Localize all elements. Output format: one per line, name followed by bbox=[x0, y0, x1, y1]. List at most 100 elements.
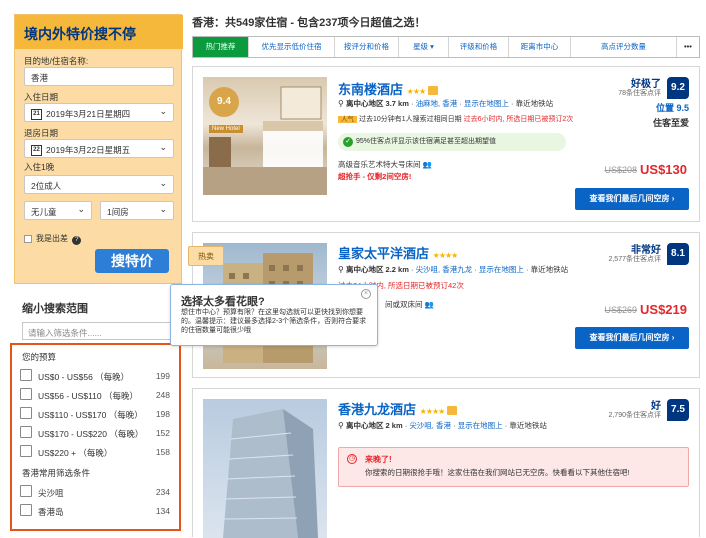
map-link[interactable]: 显示在地图上 bbox=[458, 421, 503, 430]
chevron-down-icon: ⌄ bbox=[77, 204, 85, 214]
checkbox[interactable] bbox=[20, 504, 32, 516]
filter-highlight-box: 您的预算 US$0 - US$56 （每晚） 199 US$56 - US$110… bbox=[10, 343, 181, 531]
destination-value: 香港 bbox=[31, 73, 49, 83]
price: US$130 bbox=[640, 162, 687, 177]
adults-value: 2位成人 bbox=[31, 181, 62, 191]
checkbox[interactable] bbox=[20, 426, 32, 438]
map-link[interactable]: 显示在地图上 bbox=[464, 99, 509, 108]
common-option[interactable]: 尖沙咀 234 bbox=[20, 485, 172, 499]
pin-icon: ⚲ bbox=[338, 99, 344, 108]
star-rating: ★★★★ bbox=[419, 407, 446, 416]
hotel-photo[interactable] bbox=[203, 399, 327, 538]
tab-rating-price[interactable]: 评级和价格 bbox=[449, 37, 509, 57]
calendar-icon: 22 bbox=[31, 145, 42, 157]
tab-stars[interactable]: 星级 ▾ bbox=[399, 37, 449, 57]
close-icon[interactable]: × bbox=[361, 289, 371, 299]
common-option[interactable]: 香港岛 134 bbox=[20, 504, 172, 518]
checkbox[interactable] bbox=[20, 485, 32, 497]
checkin-date-select[interactable]: 21 2019年3月21日星期四 ⌄ bbox=[24, 103, 174, 122]
business-trip-option[interactable]: 我是出差 ? bbox=[24, 233, 82, 245]
destination-input[interactable]: 香港 bbox=[24, 67, 174, 86]
search-button[interactable]: 搜特价 bbox=[95, 249, 169, 273]
checkbox[interactable] bbox=[20, 407, 32, 419]
nights-label: 入住1晚 bbox=[24, 162, 55, 172]
review-score: 8.1 bbox=[667, 243, 689, 265]
budget-option[interactable]: US$110 - US$170 （每晚） 198 bbox=[20, 407, 172, 421]
common-section-title: 香港常用筛选条件 bbox=[22, 468, 91, 478]
room-type: 间或双床间 👥 bbox=[385, 300, 434, 309]
location-score: 位置 9.5 bbox=[655, 103, 689, 113]
checkbox[interactable] bbox=[20, 369, 32, 381]
hotel-card[interactable]: 9.4 New Hotel 东南楼酒店 ★★★ ⚲ 离中心地区 3.7 km ·… bbox=[192, 66, 700, 222]
budget-option[interactable]: US$220 + （每晚） 158 bbox=[20, 445, 172, 459]
page-title: 香港：共549家住宿 - 包含237项今日超值之选！ bbox=[192, 17, 426, 29]
filter-input[interactable]: 请输入筛选条件...... bbox=[22, 322, 174, 340]
thumbs-up-icon bbox=[447, 406, 458, 416]
star-rating: ★★★★ bbox=[432, 251, 459, 260]
map-link[interactable]: 显示在地图上 bbox=[479, 265, 524, 274]
budget-option[interactable]: US$0 - US$56 （每晚） 199 bbox=[20, 369, 172, 383]
checkout-value: 2019年3月22日星期五 bbox=[46, 145, 131, 155]
thumbs-up-icon bbox=[428, 86, 439, 96]
budget-option[interactable]: US$170 - US$220 （每晚） 152 bbox=[20, 426, 172, 440]
tab-popular[interactable]: 热门推荐 bbox=[193, 37, 249, 57]
pin-icon: ⚲ bbox=[338, 265, 344, 274]
sold-out-alert: ◷ 来晚了! 你搜索的日期很抢手哦！这家住宿在我们网站已无空房。快看看以下其他住… bbox=[338, 447, 689, 487]
destination-label: 目的地/住宿名称: bbox=[24, 56, 89, 66]
help-icon[interactable]: ? bbox=[72, 236, 82, 245]
tooltip-body: 想住市中心？预算有限？在这里勾选就可以更快找到你想要的。温馨提示：建议最多选择2… bbox=[181, 309, 367, 334]
alert-title: 来晚了! bbox=[365, 455, 392, 464]
old-price: US$208 bbox=[604, 165, 637, 175]
rooms-select[interactable]: 1间房 ⌄ bbox=[100, 201, 174, 220]
review-count[interactable]: 2,790条住客点评 bbox=[608, 410, 661, 420]
review-count[interactable]: 78条住客点评 bbox=[618, 88, 661, 98]
price: US$219 bbox=[640, 302, 687, 317]
search-panel: 境内外特价搜不停 目的地/住宿名称: 香港 入住日期 21 2019年3月21日星… bbox=[14, 14, 183, 284]
guest-note: ✓ 95%住客点评显示该住宿满足甚至超出期望值 bbox=[338, 133, 566, 151]
new-hotel-tag: New Hotel bbox=[209, 125, 243, 133]
hotel-name[interactable]: 皇家太平洋酒店 ★★★★ bbox=[338, 243, 459, 262]
chevron-down-icon: ⌄ bbox=[159, 106, 167, 116]
view-rooms-button[interactable]: 查看我们最后几间空房 › bbox=[575, 327, 689, 349]
area-link[interactable]: 尖沙咀, 香港九龙 bbox=[416, 265, 473, 274]
tab-distance[interactable]: 距离市中心 bbox=[509, 37, 571, 57]
children-value: 无儿童 bbox=[31, 207, 57, 217]
deal-text: 超抢手 - 仅剩2间空房! bbox=[338, 172, 412, 181]
person-icon: 👥 bbox=[424, 300, 434, 309]
area-link[interactable]: 尖沙咀, 香港 bbox=[409, 421, 451, 430]
business-trip-checkbox[interactable] bbox=[24, 234, 32, 243]
activity-line: 人气 过去10分钟有1人搜索过相同日期 过去6小时内, 所选日期已被预订2次 bbox=[338, 113, 573, 124]
children-select[interactable]: 无儿童 ⌄ bbox=[24, 201, 92, 220]
checkin-value: 2019年3月21日星期四 bbox=[46, 109, 131, 119]
hot-sale-tag: 热卖 bbox=[188, 246, 224, 266]
hotel-name[interactable]: 东南楼酒店 ★★★ bbox=[338, 79, 439, 98]
review-count[interactable]: 2,577条住客点评 bbox=[608, 254, 661, 264]
hotel-name[interactable]: 香港九龙酒店 ★★★★ bbox=[338, 399, 458, 418]
hotel-card[interactable]: 香港九龙酒店 ★★★★ ⚲ 离中心地区 2 km · 尖沙咀, 香港 · 显示在… bbox=[192, 388, 700, 538]
checkbox[interactable] bbox=[20, 445, 32, 457]
clock-icon: ◷ bbox=[347, 454, 357, 464]
pin-icon: ⚲ bbox=[338, 421, 344, 430]
budget-section-title: 您的预算 bbox=[22, 352, 57, 362]
popular-tag: 人气 bbox=[338, 116, 357, 123]
photo-score-badge: 9.4 bbox=[209, 87, 239, 117]
tab-review-count[interactable]: 高点评分数量 bbox=[571, 37, 677, 57]
guest-favorite: 住客至爱 bbox=[652, 118, 689, 128]
tab-score-price[interactable]: 按评分和价格 bbox=[335, 37, 399, 57]
budget-option[interactable]: US$56 - US$110 （每晚） 248 bbox=[20, 388, 172, 402]
hotel-photo[interactable]: 9.4 New Hotel bbox=[203, 77, 327, 195]
checkbox[interactable] bbox=[20, 388, 32, 400]
filter-title: 缩小搜索范围 bbox=[22, 303, 88, 315]
area-link[interactable]: 油麻地, 香港 bbox=[416, 99, 458, 108]
hotel-tower-illustration bbox=[223, 409, 318, 538]
view-rooms-button[interactable]: 查看我们最后几间空房 › bbox=[575, 188, 689, 210]
room-type: 高级音乐艺术特大号床间 👥 bbox=[338, 160, 432, 169]
tab-low-price[interactable]: 优先显示低价住宿 bbox=[249, 37, 335, 57]
review-score: 7.5 bbox=[667, 399, 689, 421]
calendar-icon: 21 bbox=[31, 109, 42, 121]
adults-select[interactable]: 2位成人 ⌄ bbox=[24, 175, 174, 194]
hotel-location: ⚲ 离中心地区 2.2 km · 尖沙咀, 香港九龙 · 显示在地图上 · 靠近… bbox=[338, 265, 569, 274]
check-icon: ✓ bbox=[343, 137, 353, 147]
checkout-date-select[interactable]: 22 2019年3月22日星期五 ⌄ bbox=[24, 139, 174, 158]
more-tabs-button[interactable]: ••• bbox=[677, 37, 699, 57]
